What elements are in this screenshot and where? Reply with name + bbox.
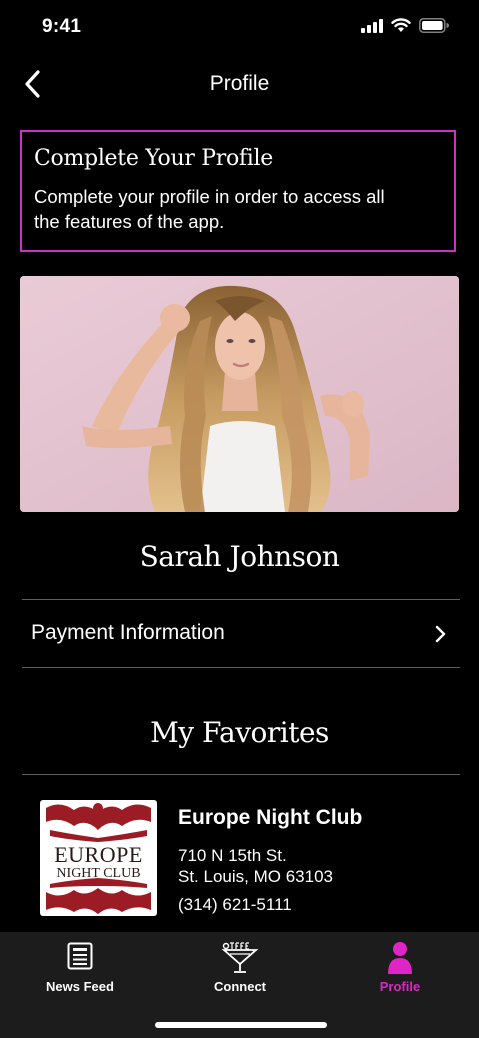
tab-connect[interactable]: Connect — [160, 932, 320, 1012]
home-indicator — [155, 1022, 327, 1028]
status-icons — [361, 18, 449, 33]
tab-label: News Feed — [46, 979, 114, 994]
divider — [22, 774, 460, 775]
tab-label: Profile — [379, 979, 421, 994]
complete-profile-title: Complete Your Profile — [34, 146, 273, 171]
battery-icon — [419, 18, 449, 33]
cocktail-icon — [221, 942, 259, 973]
person-icon — [388, 942, 412, 974]
complete-profile-banner[interactable]: Complete Your Profile Complete your prof… — [20, 130, 456, 252]
wifi-icon — [391, 18, 411, 32]
tab-label: Connect — [214, 979, 266, 994]
cellular-signal-icon — [361, 18, 383, 33]
venue-logo: EUROPE NIGHT CLUB — [40, 800, 157, 916]
payment-information-label: Payment Information — [31, 621, 225, 644]
tab-profile[interactable]: Profile — [320, 932, 479, 1012]
profile-photo-image — [20, 276, 459, 512]
venue-name: Europe Night Club — [178, 806, 363, 829]
status-bar: 9:41 — [0, 0, 479, 56]
venue-address-line2: St. Louis, MO 63103 — [178, 867, 333, 886]
chevron-right-icon — [435, 625, 446, 643]
profile-photo — [20, 276, 459, 512]
profile-name: Sarah Johnson — [139, 540, 340, 573]
payment-information-row[interactable]: Payment Information — [22, 600, 460, 667]
venue-logo-title: EUROPE — [54, 842, 143, 867]
venue-phone[interactable]: (314) 621-5111 — [178, 895, 292, 915]
venue-logo-subtitle: NIGHT CLUB — [56, 866, 141, 881]
favorite-venue-item[interactable]: EUROPE NIGHT CLUB Europe Night Club 710 … — [40, 800, 460, 918]
favorites-title: My Favorites — [150, 716, 329, 749]
divider — [22, 667, 460, 668]
navigation-bar: Profile — [0, 56, 479, 112]
tab-news-feed[interactable]: News Feed — [0, 932, 160, 1012]
page-title: Profile — [209, 72, 270, 95]
venue-address-line1: 710 N 15th St. — [178, 846, 287, 865]
venue-address: 710 N 15th St. St. Louis, MO 63103 — [178, 845, 333, 887]
complete-profile-message: Complete your profile in order to access… — [34, 186, 385, 232]
news-feed-icon — [67, 942, 93, 970]
status-time: 9:41 — [42, 16, 82, 37]
